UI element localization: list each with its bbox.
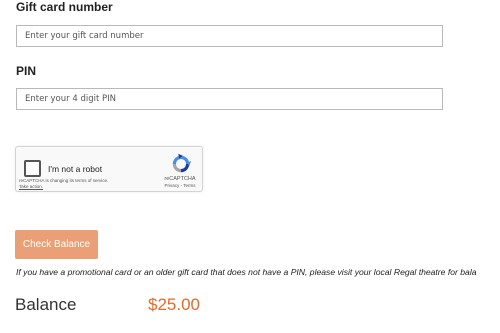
balance-amount: $25.00	[148, 295, 200, 314]
promo-card-note: If you have a promotional card or an old…	[16, 267, 477, 277]
balance-label: Balance	[15, 295, 77, 314]
recaptcha-label: I'm not a robot	[48, 164, 103, 174]
recaptcha-widget: I'm not a robot reCAPTCHA is changing it…	[15, 146, 203, 192]
recaptcha-take-action-link[interactable]: Take action.	[19, 184, 108, 190]
recaptcha-brand: reCAPTCHA	[164, 176, 196, 182]
recaptcha-checkbox[interactable]	[24, 160, 41, 177]
recaptcha-notice: reCAPTCHA is changing its terms of servi…	[19, 178, 108, 190]
gift-card-number-label: Gift card number	[16, 0, 113, 14]
recaptcha-privacy-terms[interactable]: Privacy - Terms	[157, 183, 203, 188]
pin-input[interactable]	[16, 88, 443, 110]
gift-card-number-input[interactable]	[16, 25, 443, 47]
recaptcha-logo-icon	[172, 153, 192, 173]
pin-label: PIN	[16, 64, 37, 78]
gift-card-balance-page: Gift card number PIN I'm not a robot reC…	[0, 0, 500, 333]
check-balance-button[interactable]: Check Balance	[15, 230, 98, 259]
